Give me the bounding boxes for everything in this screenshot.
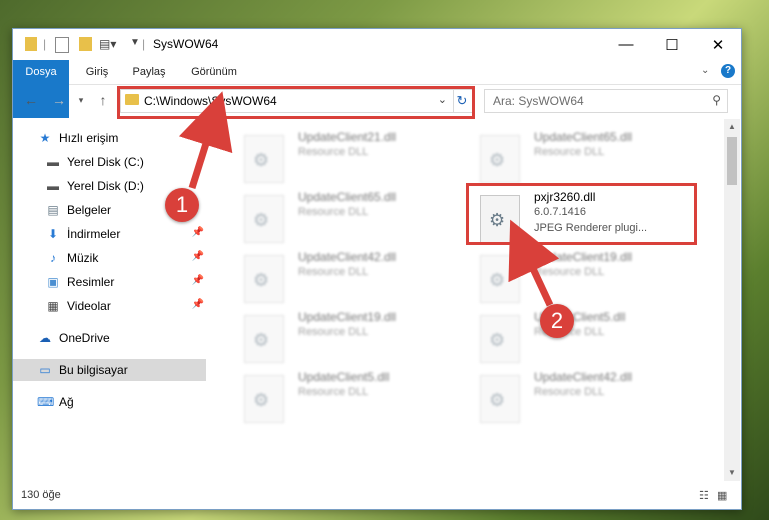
arrow-1 [178,91,233,190]
callout-1: 1 [165,188,199,222]
arrow-2 [508,219,560,307]
callout-2: 2 [540,304,574,338]
annotation-arrows [178,91,560,307]
